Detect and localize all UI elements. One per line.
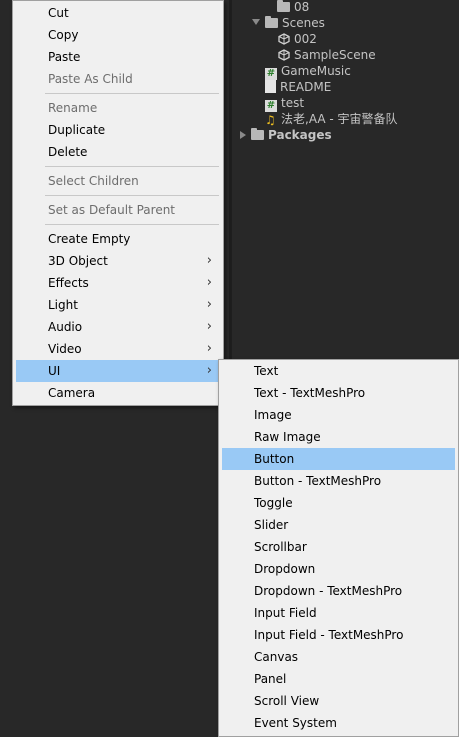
folder-open-icon <box>265 16 278 28</box>
menu-item-cut[interactable]: Cut <box>16 2 220 24</box>
scene-icon <box>278 49 290 61</box>
menu-separator <box>45 195 219 196</box>
menu-item-camera[interactable]: Camera <box>16 382 220 404</box>
menu-separator <box>45 224 219 225</box>
menu-item-ui[interactable]: UI › <box>16 360 220 382</box>
menu-item-copy[interactable]: Copy <box>16 24 220 46</box>
chevron-right-icon: › <box>206 297 212 312</box>
tree-item-packages[interactable]: Packages <box>251 127 332 143</box>
expand-arrow-icon[interactable] <box>240 131 246 139</box>
chevron-right-icon: › <box>206 341 212 356</box>
submenu-item-event-system[interactable]: Event System <box>222 712 455 734</box>
tree-item-08[interactable]: 08 <box>277 0 309 15</box>
menu-item-audio[interactable]: Audio › <box>16 316 220 338</box>
menu-separator <box>45 166 219 167</box>
tree-item-scenes[interactable]: Scenes <box>265 15 325 31</box>
submenu-item-toggle[interactable]: Toggle <box>222 492 455 514</box>
tree-item-scene-002[interactable]: 002 <box>278 31 317 47</box>
submenu-item-scroll-view[interactable]: Scroll View <box>222 690 455 712</box>
menu-item-paste[interactable]: Paste <box>16 46 220 68</box>
submenu-item-canvas[interactable]: Canvas <box>222 646 455 668</box>
submenu-item-dropdown[interactable]: Dropdown <box>222 558 455 580</box>
audio-clip-icon: ♫ <box>265 113 276 127</box>
scene-icon <box>278 33 290 45</box>
submenu-item-slider[interactable]: Slider <box>222 514 455 536</box>
context-menu: Cut Copy Paste Paste As Child Rename Dup… <box>12 0 224 406</box>
menu-item-create-empty[interactable]: Create Empty <box>16 228 220 250</box>
menu-item-delete[interactable]: Delete <box>16 141 220 163</box>
menu-item-paste-as-child[interactable]: Paste As Child <box>16 68 220 90</box>
submenu-item-text-tmp[interactable]: Text - TextMeshPro <box>222 382 455 404</box>
menu-item-video[interactable]: Video › <box>16 338 220 360</box>
menu-item-duplicate[interactable]: Duplicate <box>16 119 220 141</box>
tree-item-readme[interactable]: README <box>265 79 331 95</box>
folder-icon <box>251 128 264 140</box>
menu-item-select-children[interactable]: Select Children <box>16 170 220 192</box>
submenu-item-dropdown-tmp[interactable]: Dropdown - TextMeshPro <box>222 580 455 602</box>
folder-icon <box>277 0 290 12</box>
tree-item-gamemusic[interactable]: # GameMusic <box>265 63 351 80</box>
menu-separator <box>45 93 219 94</box>
submenu-item-input-field[interactable]: Input Field <box>222 602 455 624</box>
menu-item-effects[interactable]: Effects › <box>16 272 220 294</box>
ui-submenu: Text Text - TextMeshPro Image Raw Image … <box>218 359 459 737</box>
tree-item-audio[interactable]: ♫ 法老,AA - 宇宙警备队 <box>265 111 398 127</box>
submenu-item-button[interactable]: Button <box>222 448 455 470</box>
menu-item-3d-object[interactable]: 3D Object › <box>16 250 220 272</box>
expand-arrow-icon[interactable] <box>252 19 260 25</box>
document-icon <box>265 80 276 93</box>
menu-item-light[interactable]: Light › <box>16 294 220 316</box>
chevron-right-icon: › <box>206 363 212 378</box>
submenu-item-input-field-tmp[interactable]: Input Field - TextMeshPro <box>222 624 455 646</box>
chevron-right-icon: › <box>206 275 212 290</box>
menu-item-set-default-parent[interactable]: Set as Default Parent <box>16 199 220 221</box>
submenu-item-scrollbar[interactable]: Scrollbar <box>222 536 455 558</box>
tree-item-test[interactable]: # test <box>265 95 304 112</box>
submenu-item-panel[interactable]: Panel <box>222 668 455 690</box>
submenu-item-raw-image[interactable]: Raw Image <box>222 426 455 448</box>
submenu-item-text[interactable]: Text <box>222 360 455 382</box>
menu-item-rename[interactable]: Rename <box>16 97 220 119</box>
chevron-right-icon: › <box>206 253 212 268</box>
submenu-item-button-tmp[interactable]: Button - TextMeshPro <box>222 470 455 492</box>
submenu-item-image[interactable]: Image <box>222 404 455 426</box>
chevron-right-icon: › <box>206 319 212 334</box>
tree-item-samplescene[interactable]: SampleScene <box>278 47 376 63</box>
